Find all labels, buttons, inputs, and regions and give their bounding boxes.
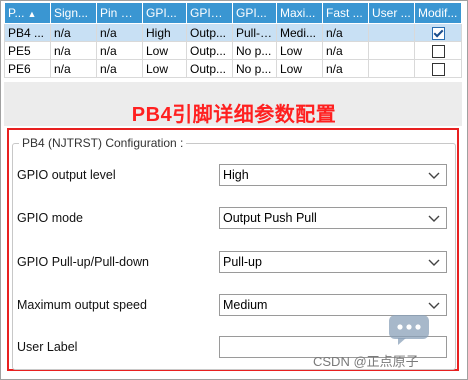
table-cell: PB4 ... [4, 23, 51, 42]
select-value: Medium [223, 298, 268, 312]
table-cell: n/a [96, 59, 143, 78]
table-cell: PE5 [4, 41, 51, 60]
table-cell: n/a [322, 23, 369, 42]
table-cell: n/a [50, 41, 97, 60]
table-cell: n/a [50, 23, 97, 42]
chat-bubble-icon [389, 315, 429, 345]
table-cell: n/a [96, 41, 143, 60]
column-header-pin[interactable]: P... ▲ [4, 2, 51, 24]
watermark-text: CSDN @正点原子 [313, 354, 419, 369]
column-header-gpio-output-level[interactable]: GPI... [142, 2, 187, 24]
column-header-gpio-mode[interactable]: GPIO... [186, 2, 233, 24]
table-cell: No p... [232, 41, 277, 60]
modified-checkbox[interactable] [431, 26, 445, 40]
table-cell [368, 23, 415, 42]
table-cell: n/a [322, 59, 369, 78]
sort-ascending-icon: ▲ [27, 9, 37, 19]
table-cell [414, 23, 462, 42]
table-cell: n/a [322, 41, 369, 60]
table-cell: Low [276, 59, 323, 78]
table-cell: PE6 [4, 59, 51, 78]
column-header-fast-mode[interactable]: Fast ... [322, 2, 369, 24]
column-header-user-label[interactable]: User ... [368, 2, 415, 24]
column-header-modified[interactable]: Modif... [414, 2, 462, 24]
column-header-signal[interactable]: Sign... [50, 2, 97, 24]
table-cell: Outp... [186, 41, 233, 60]
modified-checkbox[interactable] [431, 62, 445, 76]
table-cell: Low [276, 41, 323, 60]
table-cell: No p... [232, 59, 277, 78]
table-cell: Low [142, 41, 187, 60]
table-cell: Low [142, 59, 187, 78]
column-header-max-speed[interactable]: Maxi... [276, 2, 323, 24]
table-cell [368, 41, 415, 60]
table-cell: n/a [96, 23, 143, 42]
column-header-gpio-pull[interactable]: GPI... [232, 2, 277, 24]
gpio-pull-select[interactable]: Pull-up [219, 251, 447, 273]
configuration-legend: PB4 (NJTRST) Configuration : [22, 136, 184, 150]
select-value: Pull-up [223, 255, 262, 269]
modified-checkbox[interactable] [431, 44, 445, 58]
table-cell [414, 41, 462, 60]
table-cell: Outp... [186, 59, 233, 78]
gpio-pull-label: GPIO Pull-up/Pull-down [17, 255, 150, 269]
gpio-mode-select[interactable]: Output Push Pull [219, 207, 447, 229]
table-header-row: P... ▲ Sign... Pin C... GPI... GPIO... GP… [4, 2, 462, 24]
table-cell [414, 59, 462, 78]
gpio-output-level-label: GPIO output level [17, 168, 116, 182]
table-cell: Pull-up [232, 23, 277, 42]
table-cell: Outp... [186, 23, 233, 42]
chevron-down-icon [428, 172, 440, 179]
gpio-mode-label: GPIO mode [17, 211, 83, 225]
table-cell: n/a [50, 59, 97, 78]
pin-table: P... ▲ Sign... Pin C... GPI... GPIO... GP… [4, 2, 462, 78]
chevron-down-icon [428, 259, 440, 266]
chevron-down-icon [428, 215, 440, 222]
column-header-pin-context[interactable]: Pin C... [96, 2, 143, 24]
max-output-speed-select[interactable]: Medium [219, 294, 447, 316]
table-cell [368, 59, 415, 78]
table-row[interactable]: PE6 n/a n/a Low Outp... No p... Low n/a [4, 59, 462, 78]
table-row[interactable]: PE5 n/a n/a Low Outp... No p... Low n/a [4, 41, 462, 60]
user-label-label: User Label [17, 340, 78, 354]
gpio-output-level-select[interactable]: High [219, 164, 447, 186]
annotation-caption: PB4引脚详细参数配置 [131, 104, 337, 126]
table-cell: Medi... [276, 23, 323, 42]
table-cell: High [142, 23, 187, 42]
chevron-down-icon [428, 302, 440, 309]
max-output-speed-label: Maximum output speed [17, 298, 147, 312]
select-value: High [223, 168, 249, 182]
table-row[interactable]: PB4 ... n/a n/a High Outp... Pull-up Med… [4, 23, 462, 42]
select-value: Output Push Pull [223, 211, 317, 225]
